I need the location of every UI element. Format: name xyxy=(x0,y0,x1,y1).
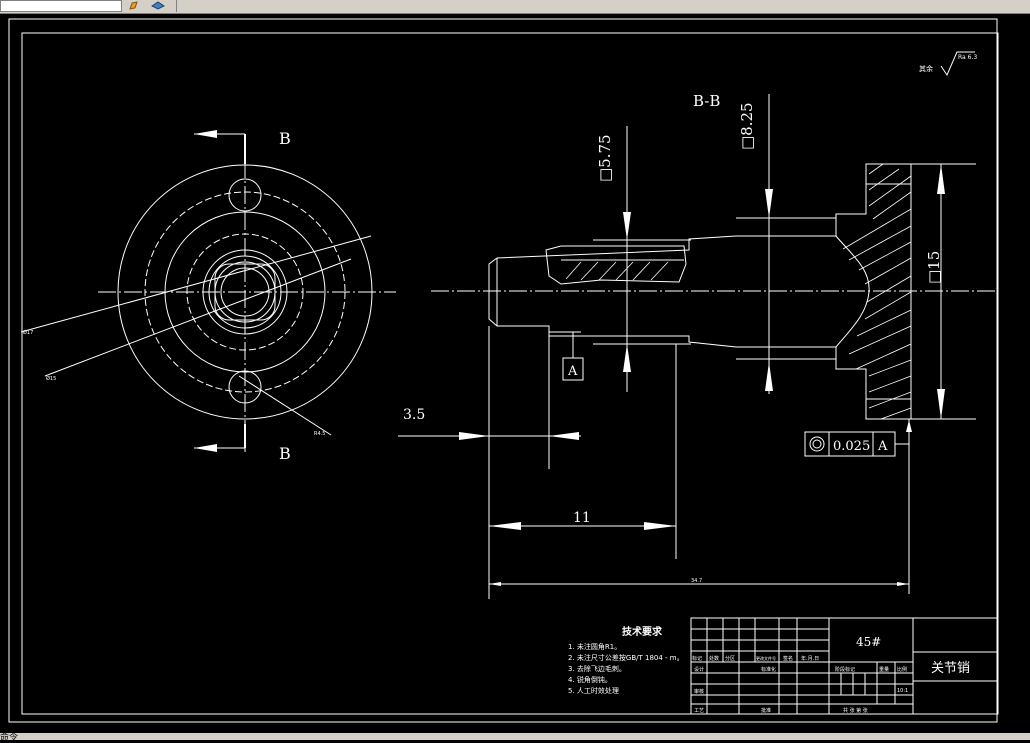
title-block: 标记 处数 分区 更改文件号 签名 年.月.日 设计 审核 工艺 标准化 批准 … xyxy=(690,617,999,715)
end-view: Ø17 Ø15 R4.5 B B xyxy=(20,129,396,463)
cell-label: 更改文件号 xyxy=(756,655,776,661)
status-text: 命令 xyxy=(0,733,19,743)
dim-overall: 34.7 xyxy=(691,578,702,584)
tolerance-frame: 0.025 A xyxy=(804,419,912,457)
section-marker-bottom: B xyxy=(279,444,291,463)
row-label: 审核 xyxy=(694,688,704,695)
cell-label: 标记 xyxy=(692,655,702,662)
cell-label: 处数 xyxy=(709,655,719,662)
stage-label: 重量 xyxy=(879,666,889,673)
dim-square-15: □15 xyxy=(925,251,943,284)
scale-value: 10:1 xyxy=(897,688,908,694)
approve-label: 批准 xyxy=(761,707,771,714)
part-name: 关节销 xyxy=(931,661,970,676)
status-bar: 命令 xyxy=(0,733,1030,743)
technical-notes: 技术要求 1. 未注圆角R1。 2. 未注尺寸公差按GB/T 1804 - m。… xyxy=(568,625,684,695)
toolbar xyxy=(0,0,1030,14)
note-item: 2. 未注尺寸公差按GB/T 1804 - m。 xyxy=(568,653,684,662)
dia-label-2: Ø15 xyxy=(46,375,56,382)
surface-mark-prefix: 其余 xyxy=(919,64,933,73)
concentricity-icon xyxy=(809,436,825,452)
tolerance-value: 0.025 xyxy=(833,439,870,454)
row-label: 设计 xyxy=(694,666,704,673)
stage-label: 比例 xyxy=(897,666,907,673)
outer-border xyxy=(8,18,998,723)
layer-icon[interactable] xyxy=(151,1,165,10)
section-title: B-B xyxy=(693,92,720,110)
stage-label: 阶段标记 xyxy=(835,666,855,673)
command-input[interactable] xyxy=(0,0,122,12)
inner-border xyxy=(21,32,999,715)
pencil-icon[interactable] xyxy=(129,1,139,10)
note-item: 4. 锐角倒钝。 xyxy=(568,675,612,684)
cad-drawing: 其余 Ra 6.3 Ø17 Ø15 R4.5 B B B-B □5.75 □8.… xyxy=(8,18,999,723)
datum-a-label: A xyxy=(567,364,578,379)
cell-label: 年.月.日 xyxy=(801,655,819,662)
section-marker-top: B xyxy=(279,129,291,148)
dim-square-825: □8.25 xyxy=(738,102,756,150)
std-label: 标准化 xyxy=(761,666,776,673)
material-label: 45# xyxy=(856,635,881,649)
cell-label: 分区 xyxy=(725,655,735,662)
notes-title: 技术要求 xyxy=(622,625,663,638)
surface-mark-value: Ra 6.3 xyxy=(958,54,977,61)
toolbar-separator xyxy=(176,0,181,12)
note-item: 5. 人工时效处理 xyxy=(568,686,619,695)
note-item: 1. 未注圆角R1。 xyxy=(568,642,621,651)
row-label: 工艺 xyxy=(694,708,704,714)
dim-35: 3.5 xyxy=(403,407,425,423)
dia-label-1: Ø17 xyxy=(23,329,33,336)
dim-11: 11 xyxy=(573,510,591,526)
dim-square-575: □5.75 xyxy=(596,134,614,182)
drawing-canvas[interactable]: 其余 Ra 6.3 Ø17 Ø15 R4.5 B B B-B □5.75 □8.… xyxy=(1,14,1029,733)
note-item: 3. 去除飞边毛刺。 xyxy=(568,664,626,673)
sheet-label: 共 张 第 张 xyxy=(843,707,868,714)
cell-label: 签名 xyxy=(783,655,793,662)
surface-roughness-mark: 其余 Ra 6.3 xyxy=(919,51,977,77)
section-view: B-B □5.75 □8.25 □15 A 3.5 11 34.7 0.025 … xyxy=(398,92,996,599)
tolerance-datum: A xyxy=(877,439,888,454)
radius-label: R4.5 xyxy=(314,431,325,437)
